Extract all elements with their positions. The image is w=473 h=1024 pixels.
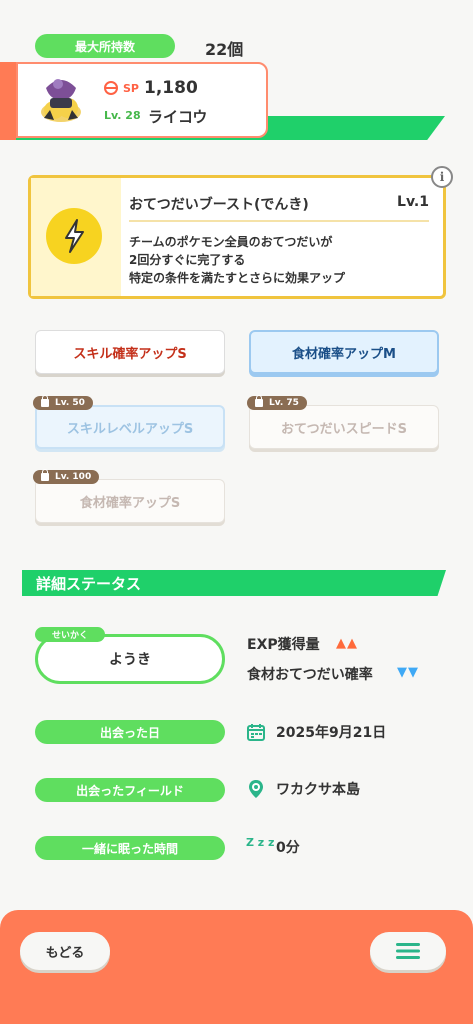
sub-skill-button-locked[interactable]: スキルレベルアップS [35,405,225,449]
met-date-label: 出会った日 [35,720,225,744]
hamburger-menu-icon [396,943,420,959]
met-date-value: 2025年9月21日 [276,725,387,741]
pokemon-level: Lv. 28 [104,109,141,122]
up-arrows-icon: ▲▲ [336,636,358,651]
skill-icon-panel [31,178,121,296]
slept-time-value: 0分 [276,840,300,856]
sub-skill-button-locked[interactable]: 食材確率アップS [35,479,225,523]
section-title: 詳細ステータス [36,575,142,593]
sp-value: 1,180 [144,78,198,98]
down-arrows-icon: ▼▼ [397,665,419,680]
lock-icon [41,469,49,481]
lightning-icon [46,208,102,264]
skill-description-line: 特定の条件を満たすとさらに効果アップ [129,271,346,285]
skill-name: おてつだいブースト(でんき) [129,197,309,213]
pokeball-icon [104,81,118,95]
slept-time-label: 一緒に眠った時間 [35,836,225,860]
sub-skill-button[interactable]: スキル確率アップS [35,330,225,374]
skill-level: Lv.1 [397,194,429,210]
lock-level-badge: Lv. 75 [247,395,307,410]
divider [129,220,429,222]
main-skill-card[interactable]: おてつだいブースト(でんき) Lv.1 チームのポケモン全員のおてつだいが 2回… [28,175,446,299]
pokemon-sprite [41,79,81,122]
lock-level-text: Lv. 100 [55,472,92,482]
sp-label: SP [123,82,139,95]
sleep-zzz-icon: Z z z [246,836,275,849]
lock-level-text: Lv. 75 [269,398,299,408]
skill-description-line: チームのポケモン全員のおてつだいが [129,235,333,249]
nature-tag: せいかく [35,627,105,642]
info-icon[interactable]: i [431,166,453,188]
met-field-value: ワカクサ本島 [276,782,360,798]
location-pin-icon [249,780,263,798]
lock-level-badge: Lv. 100 [33,469,100,484]
met-field-label: 出会ったフィールド [35,778,225,802]
lock-level-text: Lv. 50 [55,398,85,408]
sub-skill-button-locked[interactable]: おてつだいスピードS [249,405,439,449]
menu-button[interactable] [370,932,446,970]
back-button[interactable]: もどる [20,932,110,970]
nature-down-effect: 食材おてつだい確率 [247,667,373,683]
lock-icon [255,395,263,407]
pokemon-card[interactable]: SP 1,180 Lv. 28 ライコウ [16,62,268,138]
pokemon-name: ライコウ [148,108,208,126]
lock-level-badge: Lv. 50 [33,395,93,410]
card-accent [0,62,16,140]
nature-up-effect: EXP獲得量 [247,637,320,653]
skill-description-line: 2回分すぐに完了する [129,253,246,267]
max-count-value: 22個 [205,40,244,59]
sub-skill-button[interactable]: 食材確率アップM [249,330,439,374]
calendar-icon [247,724,265,741]
max-count-label: 最大所持数 [35,34,175,58]
lock-icon [41,395,49,407]
